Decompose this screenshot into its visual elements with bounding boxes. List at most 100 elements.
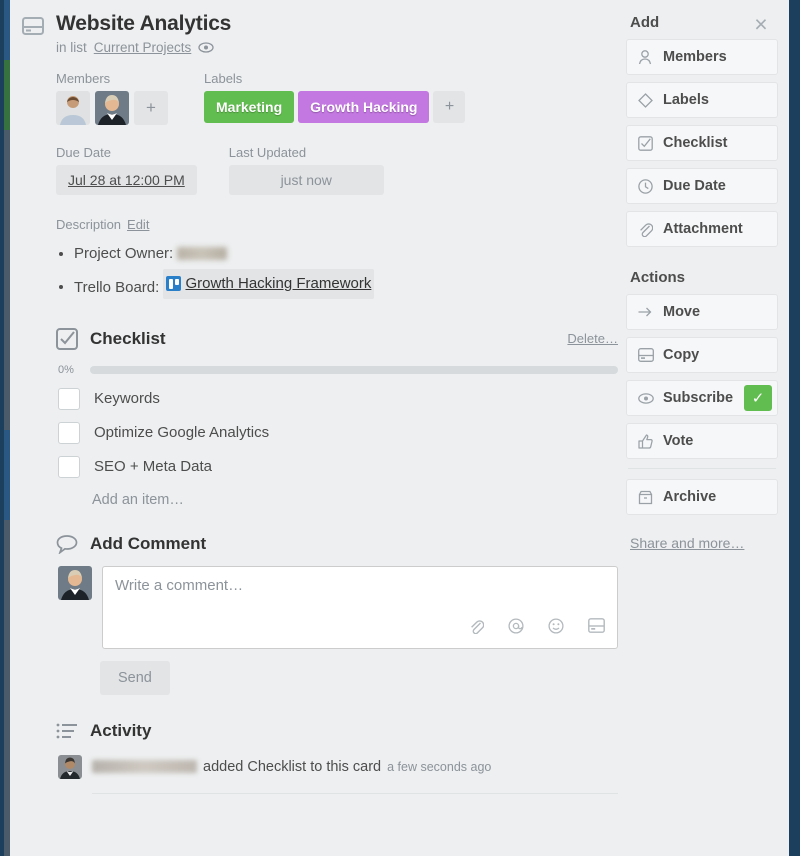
mention-icon[interactable] bbox=[508, 618, 524, 639]
divider bbox=[92, 793, 618, 794]
members-labels-row: Members + Labels bbox=[56, 71, 618, 125]
avatar[interactable] bbox=[58, 755, 82, 779]
add-checklist-item-button[interactable]: Add an item… bbox=[92, 492, 618, 508]
sidebar-item-label: Subscribe bbox=[663, 390, 733, 406]
sidebar-item-label: Members bbox=[663, 49, 727, 65]
activity-author-redacted bbox=[92, 760, 197, 773]
checklist-checkbox[interactable] bbox=[58, 456, 80, 478]
checkbox-icon bbox=[638, 136, 654, 151]
sidebar-item-move[interactable]: Move bbox=[626, 294, 778, 330]
description-edit-link[interactable]: Edit bbox=[127, 217, 149, 232]
labels-label: Labels bbox=[204, 71, 465, 86]
board-link[interactable]: Growth Hacking Framework bbox=[185, 270, 371, 299]
checklist-item-label: SEO + Meta Data bbox=[94, 458, 212, 475]
checklist-checkbox[interactable] bbox=[58, 422, 80, 444]
project-owner-redacted-value bbox=[177, 247, 227, 260]
checklist-item[interactable]: SEO + Meta Data bbox=[56, 456, 618, 478]
sidebar-item-labels[interactable]: Labels bbox=[626, 82, 778, 118]
in-list-prefix: in list bbox=[56, 40, 87, 55]
comment-input[interactable]: Write a comment… bbox=[102, 566, 618, 649]
share-and-more-link[interactable]: Share and more… bbox=[630, 535, 778, 551]
send-button[interactable]: Send bbox=[100, 661, 170, 695]
sidebar-item-attachment[interactable]: Attachment bbox=[626, 211, 778, 247]
subscribe-toggle-check[interactable]: ✓ bbox=[744, 385, 772, 411]
checklist-delete-link[interactable]: Delete… bbox=[567, 331, 618, 346]
page-title: Website Analytics bbox=[56, 12, 231, 35]
watch-eye-icon[interactable] bbox=[198, 42, 214, 53]
checklist-progress: 0% bbox=[56, 364, 618, 376]
trello-board-label: Trello Board: bbox=[74, 278, 159, 295]
sidebar-item-members[interactable]: Members bbox=[626, 39, 778, 75]
sidebar-item-copy[interactable]: Copy bbox=[626, 337, 778, 373]
clock-icon bbox=[638, 179, 654, 194]
activity-list-icon bbox=[56, 722, 80, 740]
paperclip-icon bbox=[638, 221, 654, 237]
due-date-label: Due Date bbox=[56, 145, 197, 160]
list-item: Trello Board: Growth Hacking Framework bbox=[74, 269, 618, 302]
sidebar-item-archive[interactable]: Archive bbox=[626, 479, 778, 515]
add-label-button[interactable]: + bbox=[433, 91, 465, 123]
card-subtitle: in list Current Projects bbox=[56, 40, 231, 55]
card-main-column: Website Analytics in list Current Projec… bbox=[10, 12, 618, 794]
sidebar-item-label: Archive bbox=[663, 489, 716, 505]
label-chip[interactable]: Marketing bbox=[204, 91, 294, 123]
comment-header: Add Comment bbox=[56, 534, 618, 554]
list-name-link[interactable]: Current Projects bbox=[94, 40, 192, 55]
description-label: Description bbox=[56, 217, 121, 232]
sidebar-item-label: Vote bbox=[663, 433, 693, 449]
checkbox-icon bbox=[56, 328, 80, 350]
card-icon[interactable] bbox=[588, 618, 605, 639]
card-detail-modal: × Website Analytics in list Current Proj… bbox=[10, 0, 789, 856]
activity-timestamp: a few seconds ago bbox=[387, 760, 491, 774]
comment-placeholder: Write a comment… bbox=[115, 577, 605, 594]
person-icon bbox=[638, 50, 654, 65]
sidebar-item-subscribe[interactable]: Subscribe ✓ bbox=[626, 380, 778, 416]
comment-row: Write a comment… bbox=[56, 566, 618, 649]
sidebar-item-checklist[interactable]: Checklist bbox=[626, 125, 778, 161]
sidebar-item-due-date[interactable]: Due Date bbox=[626, 168, 778, 204]
tag-icon bbox=[638, 93, 654, 108]
comment-title: Add Comment bbox=[90, 534, 206, 554]
thumbs-up-icon bbox=[638, 434, 654, 449]
sidebar-actions-title: Actions bbox=[630, 269, 778, 286]
checklist-item-label: Keywords bbox=[94, 390, 160, 407]
trello-icon bbox=[166, 276, 181, 291]
sidebar-item-label: Copy bbox=[663, 347, 699, 363]
checklist-header: Checklist Delete… bbox=[56, 328, 618, 350]
sidebar-item-label: Attachment bbox=[663, 221, 743, 237]
checklist-title: Checklist bbox=[90, 329, 166, 349]
add-member-button[interactable]: + bbox=[134, 91, 168, 125]
checklist-item[interactable]: Keywords bbox=[56, 388, 618, 410]
checklist-item-label: Optimize Google Analytics bbox=[94, 424, 269, 441]
due-date-value[interactable]: Jul 28 at 12:00 PM bbox=[56, 165, 197, 195]
emoji-icon[interactable] bbox=[548, 618, 564, 639]
sidebar-item-label: Due Date bbox=[663, 178, 726, 194]
paperclip-icon[interactable] bbox=[469, 618, 484, 639]
checklist-checkbox[interactable] bbox=[58, 388, 80, 410]
avatar[interactable] bbox=[95, 91, 129, 125]
checklist-percent: 0% bbox=[58, 364, 82, 376]
checklist-item[interactable]: Optimize Google Analytics bbox=[56, 422, 618, 444]
card-icon bbox=[638, 348, 654, 362]
sidebar-item-label: Move bbox=[663, 304, 700, 320]
last-updated-label: Last Updated bbox=[229, 145, 384, 160]
archive-icon bbox=[638, 490, 654, 505]
activity-text: added Checklist to this card bbox=[203, 759, 381, 775]
labels-section: Labels Marketing Growth Hacking + bbox=[204, 71, 465, 125]
card-icon bbox=[22, 12, 46, 55]
label-chip[interactable]: Growth Hacking bbox=[298, 91, 429, 123]
activity-header: Activity bbox=[56, 721, 618, 741]
description-list: Project Owner: Trello Board: Growth Hack… bbox=[74, 240, 618, 302]
comment-bubble-icon bbox=[56, 534, 80, 554]
members-section: Members + bbox=[56, 71, 168, 125]
project-owner-label: Project Owner: bbox=[74, 245, 173, 262]
card-sidebar: Add Members Labels Checklist bbox=[618, 12, 778, 794]
close-icon[interactable]: × bbox=[747, 10, 775, 38]
sidebar-item-vote[interactable]: Vote bbox=[626, 423, 778, 459]
eye-icon bbox=[638, 393, 654, 404]
sidebar-item-label: Checklist bbox=[663, 135, 727, 151]
avatar[interactable] bbox=[56, 91, 90, 125]
board-link-chip[interactable]: Growth Hacking Framework bbox=[163, 269, 374, 300]
members-label: Members bbox=[56, 71, 168, 86]
activity-title: Activity bbox=[90, 721, 151, 741]
